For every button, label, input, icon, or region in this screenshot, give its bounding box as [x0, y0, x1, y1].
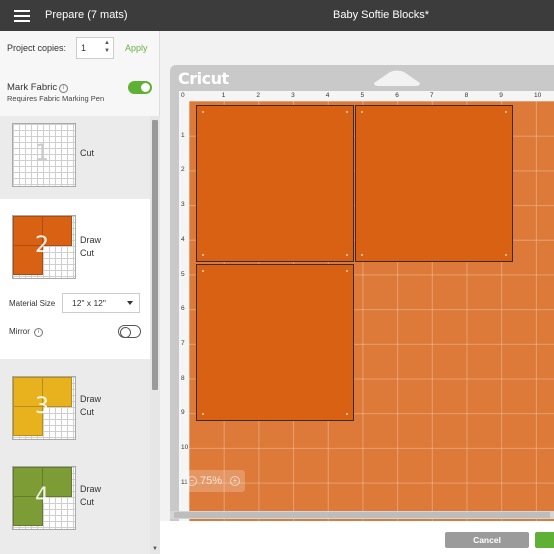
mat-thumbnail[interactable]: 1	[12, 123, 76, 187]
cancel-button[interactable]: Cancel	[445, 532, 529, 548]
mat-thumbnail[interactable]: 3	[12, 376, 76, 440]
ruler-tick-label: 2	[181, 166, 185, 174]
project-copies-label: Project copies:	[7, 43, 67, 53]
scroll-down-icon[interactable]: ▼	[152, 546, 158, 552]
scrollbar-thumb[interactable]	[174, 512, 550, 518]
mat-item-4[interactable]: 4 Draw Cut	[0, 458, 150, 538]
zoom-out-icon[interactable]: −	[187, 476, 197, 486]
footer-bar: Cancel	[160, 521, 554, 554]
mirror-label: Mirror i	[9, 327, 44, 337]
mat-item-2[interactable]: 2 Draw Cut Material Size 12" x 12" Mirror…	[0, 199, 150, 359]
material-size-label: Material Size	[9, 299, 56, 308]
info-icon[interactable]: i	[59, 84, 69, 93]
ruler-tick-label: 5	[181, 270, 185, 278]
copies-stepper-icon[interactable]: ▲ ▼	[102, 39, 112, 57]
design-block[interactable]	[196, 105, 354, 262]
mat-operations: Cut	[80, 148, 95, 158]
ruler-tick-label: 0	[181, 92, 185, 99]
ruler-top: 0 1 2 3 4 5 6 7 8 9 10	[179, 91, 554, 101]
ruler-tick-label: 10	[534, 92, 542, 99]
ruler-tick-label: 8	[181, 374, 185, 382]
project-copies-row: Project copies: 1 ▲ ▼ Apply	[0, 31, 160, 66]
zoom-level: 75%	[200, 475, 223, 487]
top-header-bar: Prepare (7 mats) Baby Softie Blocks*	[0, 0, 554, 31]
ruler-tick-label: 7	[429, 92, 434, 99]
ruler-tick-label: 6	[395, 92, 399, 99]
ruler-tick-label: 9	[499, 92, 503, 99]
design-block[interactable]	[196, 264, 354, 421]
ruler-tick-label: 8	[464, 92, 469, 99]
info-icon[interactable]: i	[34, 328, 44, 337]
material-size-select[interactable]: 12" x 12"	[62, 293, 140, 313]
mirror-toggle[interactable]	[118, 325, 141, 338]
mat-thumbnail[interactable]: 2	[12, 215, 76, 279]
mat-number: 3	[35, 394, 49, 419]
ruler-tick-label: 3	[181, 201, 185, 209]
mat-list-scrollbar[interactable]: ▼	[150, 116, 160, 554]
scrollbar-thumb[interactable]	[152, 120, 158, 390]
mat-operations: Draw Cut	[80, 484, 102, 507]
mat-number: 2	[35, 233, 49, 258]
ruler-tick-label: 1	[181, 131, 185, 139]
mark-fabric-toggle[interactable]	[128, 81, 152, 94]
mat-canvas-area: Cricut 0 1 2 3 4 5 6 7 8 9 10 1 2 3 4 5 6 7 8 9 10 11 − 75% …	[160, 31, 554, 521]
mat-preview-panel: Project copies: 1 ▲ ▼ Apply Mark Fabric i …	[0, 31, 160, 554]
mat-item-1[interactable]: 1 Cut	[0, 116, 150, 198]
mat-operations: Draw Cut	[80, 235, 102, 258]
mat-load-notch-icon	[374, 70, 420, 86]
cricut-logo: Cricut	[178, 69, 229, 88]
project-title: Baby Softie Blocks*	[333, 9, 429, 21]
ruler-tick-label: 4	[325, 92, 330, 99]
mat-item-3[interactable]: 3 Draw Cut	[0, 366, 150, 446]
mat-number: 4	[35, 484, 49, 509]
ruler-tick-label: 7	[181, 339, 185, 347]
mat-list: 1 Cut 2 Draw Cut Material Size 12" x 12" …	[0, 116, 150, 554]
ruler-tick-label: 5	[360, 92, 365, 99]
cutting-mat: Cricut 0 1 2 3 4 5 6 7 8 9 10 1 2 3 4 5 6 7 8 9 10 11	[170, 65, 554, 521]
mat-operations: Draw Cut	[80, 394, 102, 417]
mark-fabric-sublabel: Requires Fabric Marking Pen	[7, 94, 105, 103]
ruler-tick-label: 6	[181, 305, 185, 313]
mark-fabric-row: Mark Fabric i Requires Fabric Marking Pen	[0, 76, 160, 106]
ruler-tick-label: 4	[181, 235, 185, 243]
ruler-tick-label: 1	[221, 92, 226, 99]
apply-button[interactable]: Apply	[125, 43, 148, 53]
ruler-tick-label: 10	[181, 444, 189, 451]
zoom-in-icon[interactable]: +	[230, 476, 240, 486]
ruler-tick-label: 9	[181, 409, 185, 417]
hamburger-menu-icon[interactable]	[14, 10, 30, 22]
mat-number: 1	[35, 141, 49, 166]
prepare-title: Prepare (7 mats)	[45, 9, 128, 21]
mat-grid	[189, 101, 554, 521]
mat-thumbnail[interactable]: 4	[12, 466, 76, 530]
ruler-tick-label: 2	[256, 92, 261, 99]
ruler-tick-label: 3	[291, 92, 295, 99]
continue-button[interactable]	[535, 532, 554, 548]
ruler-left: 1 2 3 4 5 6 7 8 9 10 11	[179, 101, 189, 521]
design-block[interactable]	[355, 105, 513, 262]
chevron-down-icon	[127, 301, 133, 305]
canvas-horizontal-scrollbar[interactable]	[170, 511, 554, 519]
zoom-control: − 75% +	[185, 470, 245, 492]
mark-fabric-label: Mark Fabric i	[7, 82, 69, 93]
